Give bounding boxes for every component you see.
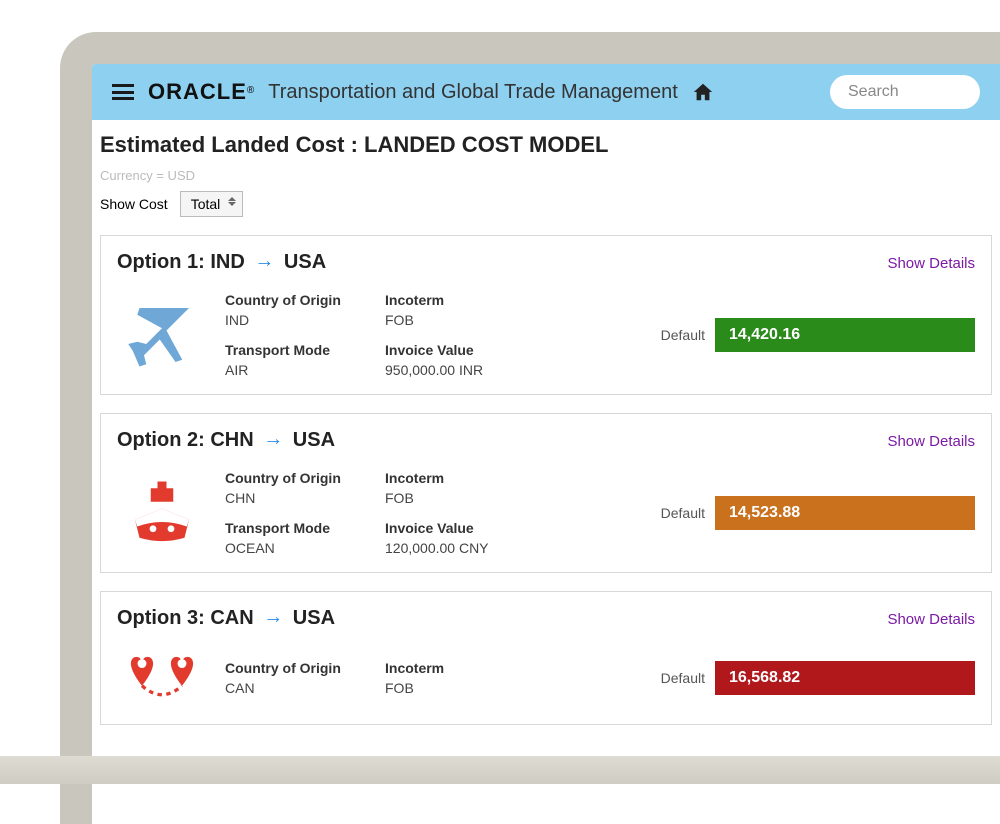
home-icon[interactable] [692, 81, 714, 103]
field-label: Invoice Value [385, 520, 560, 536]
field-value: FOB [385, 680, 560, 696]
option-card-header: Option 1: IND → USA Show Details [117, 250, 975, 274]
country-of-origin: Country of Origin CAN [225, 660, 375, 696]
option-prefix: Option 1: [117, 251, 210, 273]
field-value: OCEAN [225, 540, 375, 556]
option-card-2: Option 2: CHN → USA Show Details [100, 413, 992, 573]
incoterm: Incoterm FOB [385, 660, 560, 696]
arrow-icon: → [263, 606, 283, 628]
app-title: Transportation and Global Trade Manageme… [268, 81, 678, 104]
incoterm: Incoterm FOB [385, 292, 560, 328]
country-of-origin: Country of Origin CHN [225, 470, 375, 506]
field-value: IND [225, 312, 375, 328]
currency-line: Currency = USD [100, 168, 992, 183]
page-title: Estimated Landed Cost : LANDED COST MODE… [100, 132, 992, 158]
device-base [0, 756, 1000, 784]
invoice-value: Invoice Value 120,000.00 CNY [385, 520, 560, 556]
option-card-3: Option 3: CAN → USA Show Details [100, 591, 992, 725]
cost-bar: 16,568.82 [715, 661, 975, 695]
field-value: 120,000.00 CNY [385, 540, 560, 556]
field-label: Incoterm [385, 660, 560, 676]
field-value: AIR [225, 362, 375, 378]
info-grid: Country of Origin CHN Incoterm FOB Trans… [225, 470, 560, 556]
cost-bar: 14,523.88 [715, 496, 975, 530]
field-label: Transport Mode [225, 520, 375, 536]
option-card-header: Option 2: CHN → USA Show Details [117, 428, 975, 452]
field-label: Transport Mode [225, 342, 375, 358]
option-title: Option 2: CHN → USA [117, 428, 335, 452]
ship-icon [117, 477, 207, 549]
info-grid: Country of Origin CAN Incoterm FOB [225, 660, 560, 696]
field-label: Country of Origin [225, 292, 375, 308]
option-card-body: Country of Origin CAN Incoterm FOB Defau… [117, 648, 975, 708]
option-to: USA [284, 251, 326, 273]
brand-logo: ORACLE® [148, 79, 254, 105]
cost-column: Default 14,420.16 [661, 318, 975, 352]
info-grid: Country of Origin IND Incoterm FOB Trans… [225, 292, 560, 378]
invoice-value: Invoice Value 950,000.00 INR [385, 342, 560, 378]
show-cost-label: Show Cost [100, 196, 168, 212]
airplane-icon [117, 299, 207, 371]
option-card-1: Option 1: IND → USA Show Details Cou [100, 235, 992, 395]
menu-icon[interactable] [112, 84, 134, 100]
option-card-body: Country of Origin CHN Incoterm FOB Trans… [117, 470, 975, 556]
arrow-icon: → [254, 250, 274, 272]
show-cost-row: Show Cost Total [100, 191, 992, 217]
page-content: Estimated Landed Cost : LANDED COST MODE… [92, 120, 1000, 725]
field-label: Invoice Value [385, 342, 560, 358]
transport-mode: Transport Mode OCEAN [225, 520, 375, 556]
option-prefix: Option 2: [117, 429, 210, 451]
field-value: CHN [225, 490, 375, 506]
search-input[interactable]: Search [830, 75, 980, 109]
option-to: USA [293, 607, 335, 629]
option-title: Option 3: CAN → USA [117, 606, 335, 630]
option-prefix: Option 3: [117, 607, 210, 629]
field-label: Country of Origin [225, 470, 375, 486]
option-title: Option 1: IND → USA [117, 250, 326, 274]
default-label: Default [661, 505, 705, 521]
device-frame: ORACLE® Transportation and Global Trade … [60, 32, 1000, 824]
field-value: FOB [385, 490, 560, 506]
cost-column: Default 14,523.88 [661, 496, 975, 530]
incoterm: Incoterm FOB [385, 470, 560, 506]
show-cost-select[interactable]: Total [180, 191, 244, 217]
cost-column: Default 16,568.82 [661, 661, 975, 695]
transport-mode: Transport Mode AIR [225, 342, 375, 378]
option-from: IND [210, 251, 244, 273]
field-value: FOB [385, 312, 560, 328]
topbar: ORACLE® Transportation and Global Trade … [92, 64, 1000, 120]
show-details-link[interactable]: Show Details [887, 255, 975, 272]
field-label: Country of Origin [225, 660, 375, 676]
field-value: CAN [225, 680, 375, 696]
show-details-link[interactable]: Show Details [887, 611, 975, 628]
default-label: Default [661, 327, 705, 343]
option-card-body: Country of Origin IND Incoterm FOB Trans… [117, 292, 975, 378]
ground-route-icon [117, 648, 207, 708]
option-to: USA [293, 429, 335, 451]
default-label: Default [661, 670, 705, 686]
cost-bar: 14,420.16 [715, 318, 975, 352]
brand-mark: ® [247, 85, 254, 96]
field-label: Incoterm [385, 292, 560, 308]
field-label: Incoterm [385, 470, 560, 486]
show-details-link[interactable]: Show Details [887, 433, 975, 450]
field-value: 950,000.00 INR [385, 362, 560, 378]
brand-text: ORACLE [148, 79, 247, 104]
option-card-header: Option 3: CAN → USA Show Details [117, 606, 975, 630]
option-from: CHN [210, 429, 253, 451]
country-of-origin: Country of Origin IND [225, 292, 375, 328]
arrow-icon: → [263, 428, 283, 450]
device-screen: ORACLE® Transportation and Global Trade … [92, 64, 1000, 824]
option-from: CAN [210, 607, 253, 629]
